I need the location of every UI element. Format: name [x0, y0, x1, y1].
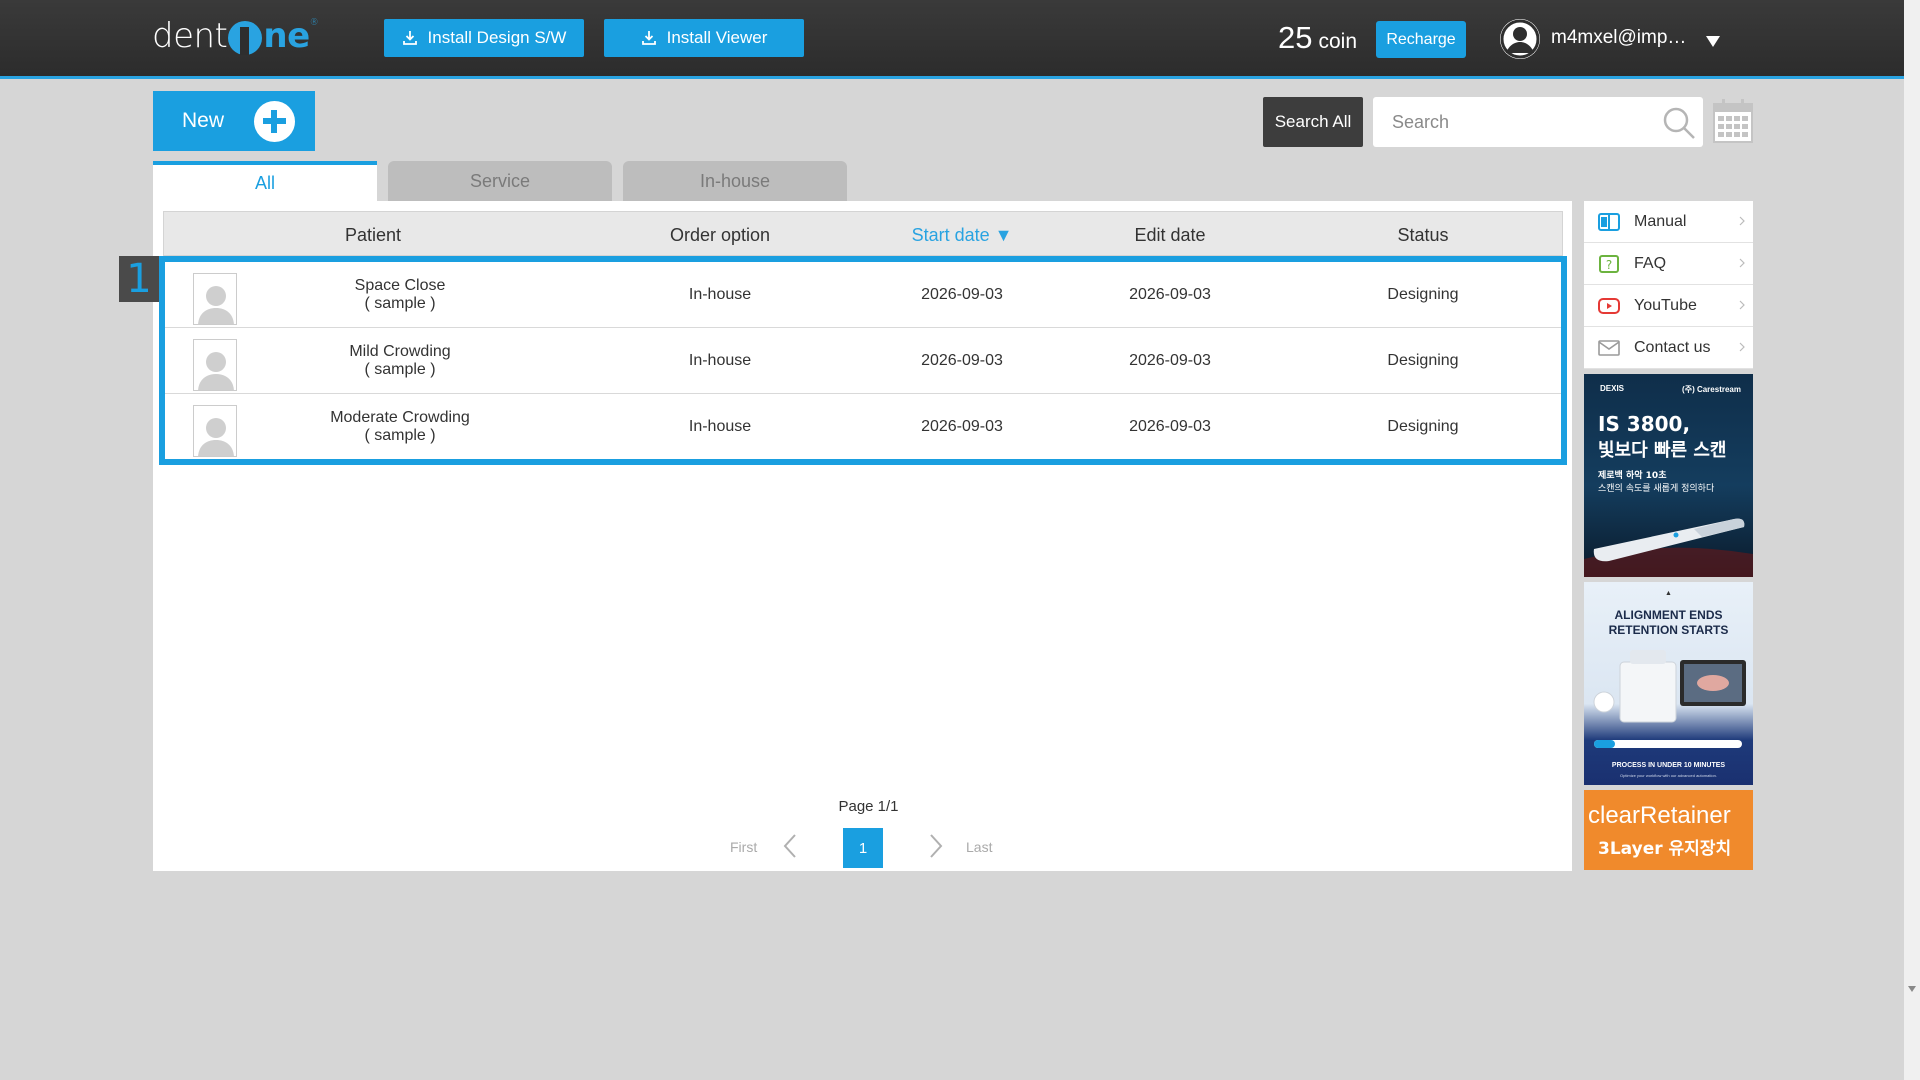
coin-unit: coin [1318, 30, 1358, 53]
chevron-right-icon [1739, 216, 1745, 226]
scanner-image [1584, 518, 1753, 577]
question-icon: ? [1599, 254, 1619, 273]
device-image [1593, 650, 1746, 723]
chevron-right-icon [1739, 342, 1745, 352]
tab-all[interactable]: All [153, 161, 377, 201]
search-all-button[interactable]: Search All [1263, 97, 1363, 147]
ad-progress-bar [1594, 740, 1742, 748]
scroll-down-icon[interactable] [1908, 986, 1916, 992]
recharge-button[interactable]: Recharge [1376, 21, 1466, 58]
tab-in-house[interactable]: In-house [623, 161, 847, 201]
new-label: New [182, 109, 225, 132]
search-field [1373, 97, 1703, 147]
first-page-link[interactable]: First [730, 839, 757, 855]
youtube-icon [1598, 297, 1620, 314]
side-menu-label: Contact us [1634, 338, 1711, 356]
tab-service[interactable]: Service [388, 161, 612, 201]
search-input[interactable] [1373, 97, 1643, 147]
ad-small-text: Optimize your workflow with our advanced… [1620, 773, 1717, 778]
search-icon[interactable] [1661, 105, 1697, 141]
side-menu: Manual ? FAQ YouTube Contact us [1584, 201, 1753, 369]
install-design-button[interactable]: Install Design S/W [384, 19, 584, 57]
side-menu-contact[interactable]: Contact us [1584, 327, 1753, 369]
column-patient[interactable]: Patient [345, 225, 401, 246]
ad-banner-retention[interactable]: ▲ ALIGNMENT ENDS RETENTION STARTS PROCES… [1584, 582, 1753, 785]
chevron-right-icon [1739, 300, 1745, 310]
side-menu-label: Manual [1634, 212, 1687, 230]
page-number-current[interactable]: 1 [843, 828, 883, 868]
ad-logo-mark: ▲ [1665, 590, 1672, 597]
last-page-link[interactable]: Last [966, 839, 992, 855]
selection-number-badge: 1 [119, 256, 159, 302]
install-design-label: Install Design S/W [427, 28, 567, 47]
ad-banner-clearretainer[interactable]: clearRetainer 3Layer 유지장치 [1584, 790, 1753, 870]
dentone-logo[interactable]: dent ne ® [152, 16, 319, 56]
ad-banner-ios3800[interactable]: DEXIS (주) Carestream IS 3800, 빛보다 빠른 스캔 … [1584, 374, 1753, 577]
book-icon [1598, 212, 1620, 231]
user-avatar-icon[interactable] [1500, 19, 1540, 59]
side-menu-faq[interactable]: ? FAQ [1584, 243, 1753, 285]
ad-title-2: 빛보다 빠른 스캔 [1598, 440, 1727, 461]
top-header: dent ne ® Install Design S/W Install Viewe… [0, 0, 1904, 79]
ad-subtitle-2: 스캔의 속도를 새롭게 정의하다 [1598, 484, 1715, 494]
svg-text:?: ? [1606, 258, 1612, 272]
chevron-down-icon[interactable] [1706, 36, 1720, 47]
column-status[interactable]: Status [1397, 225, 1448, 246]
user-email[interactable]: m4mxel@imp… [1551, 27, 1686, 49]
logo-text-one: ne [263, 16, 310, 56]
logo-text: dent [152, 16, 228, 56]
download-icon [402, 31, 417, 45]
side-menu-manual[interactable]: Manual [1584, 201, 1753, 243]
order-list-panel: Patient Order option Start date ▼ Edit d… [119, 201, 1572, 871]
calendar-icon[interactable] [1713, 99, 1753, 143]
page-info: Page 1/1 [838, 798, 899, 815]
ad-title-2: RETENTION STARTS [1608, 623, 1729, 637]
column-start-date[interactable]: Start date ▼ [912, 225, 1013, 246]
chevron-right-icon [1739, 258, 1745, 268]
side-menu-youtube[interactable]: YouTube [1584, 285, 1753, 327]
ad-title: ALIGNMENT ENDS [1614, 608, 1723, 622]
coin-balance: 25 coin [1278, 20, 1357, 56]
ad-title: IS 3800, [1598, 412, 1691, 436]
ad-brand-left: DEXIS [1600, 384, 1625, 393]
scrollbar[interactable] [1904, 0, 1920, 1080]
ad-bar-text: PROCESS IN UNDER 10 MINUTES [1611, 762, 1726, 769]
ad-title: clearRetainer [1588, 802, 1731, 829]
selection-highlight [159, 256, 1567, 465]
side-menu-label: FAQ [1634, 254, 1667, 272]
plus-icon [254, 101, 295, 142]
new-order-button[interactable]: New [153, 91, 315, 151]
ad-subtitle-1: 제로백 하악 10초 [1598, 471, 1667, 481]
download-icon [641, 31, 656, 45]
chevron-right-icon[interactable] [923, 833, 947, 859]
column-order-option[interactable]: Order option [670, 225, 770, 246]
chevron-left-icon[interactable] [779, 833, 803, 859]
install-viewer-label: Install Viewer [666, 28, 768, 47]
logo-o-mark [228, 21, 263, 55]
mail-icon [1598, 339, 1620, 356]
install-viewer-button[interactable]: Install Viewer [604, 19, 804, 57]
ad-subtitle: 3Layer 유지장치 [1598, 839, 1732, 859]
side-menu-label: YouTube [1634, 296, 1697, 314]
ad-brand-right: (주) Carestream [1682, 385, 1741, 394]
coin-count: 25 [1278, 20, 1313, 55]
column-edit-date[interactable]: Edit date [1134, 225, 1205, 246]
